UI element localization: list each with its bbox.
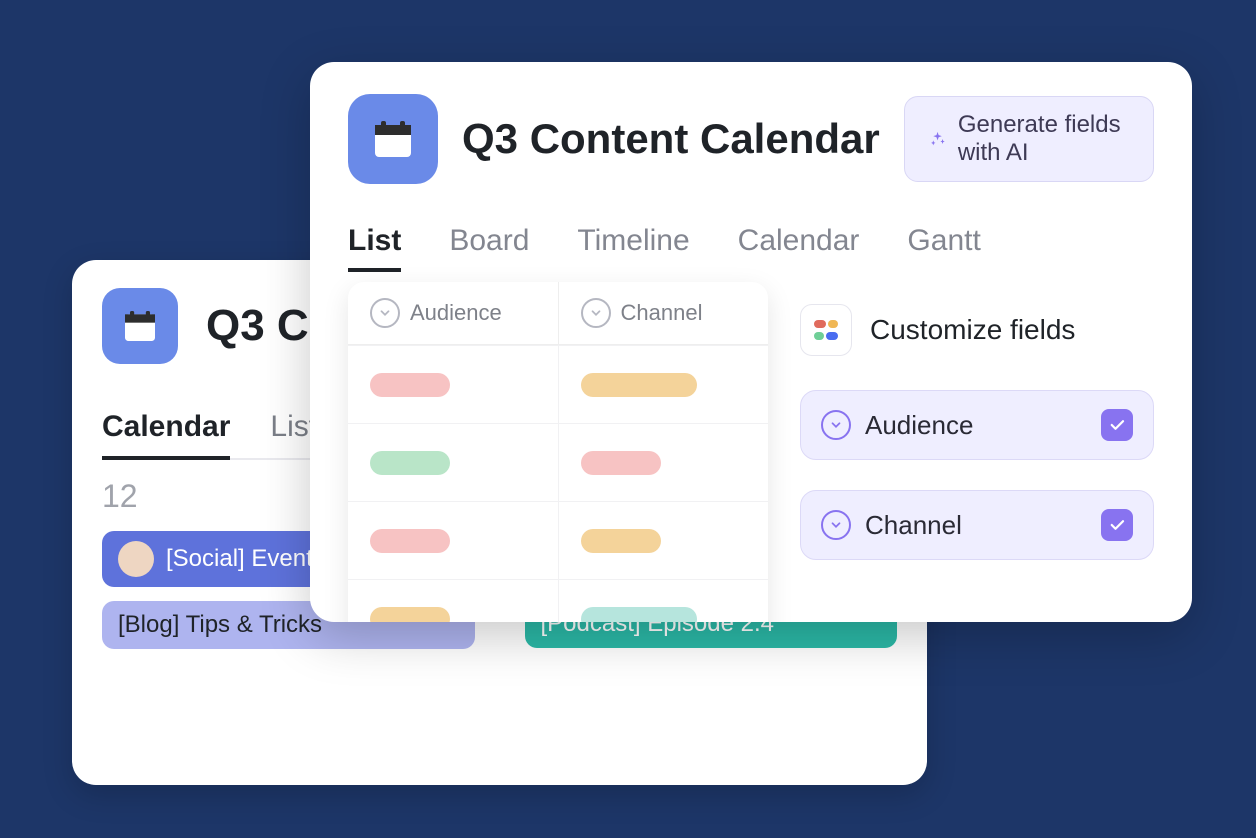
tab-gantt[interactable]: Gantt bbox=[907, 224, 980, 272]
field-label: Channel bbox=[865, 510, 1087, 541]
tag-pill bbox=[581, 529, 661, 553]
tab-timeline[interactable]: Timeline bbox=[577, 224, 689, 272]
avatar bbox=[118, 541, 154, 577]
calendar-app-icon bbox=[102, 288, 178, 364]
table-cell bbox=[348, 423, 559, 501]
table-cell bbox=[559, 423, 769, 501]
calendar-event-label: [Social] Event bbox=[166, 545, 313, 573]
table-row[interactable] bbox=[348, 423, 768, 501]
table-cell bbox=[348, 501, 559, 579]
field-label: Audience bbox=[865, 410, 1087, 441]
table-row[interactable] bbox=[348, 345, 768, 423]
front-card-tabs: List Board Timeline Calendar Gantt bbox=[348, 224, 1154, 272]
calendar-event-label: [Blog] Tips & Tricks bbox=[118, 611, 322, 639]
generate-fields-ai-button[interactable]: Generate fields with AI bbox=[904, 96, 1154, 182]
column-header-audience[interactable]: Audience bbox=[348, 282, 559, 344]
column-header-channel[interactable]: Channel bbox=[559, 282, 769, 344]
front-card-title: Q3 Content Calendar bbox=[462, 115, 880, 163]
dropdown-icon bbox=[821, 410, 851, 440]
tag-pill bbox=[370, 451, 450, 475]
tag-pill bbox=[370, 529, 450, 553]
table-row[interactable] bbox=[348, 579, 768, 622]
list-card: Q3 Content Calendar Generate fields with… bbox=[310, 62, 1192, 622]
list-columns-panel: Audience Channel bbox=[348, 282, 768, 622]
tab-calendar[interactable]: Calendar bbox=[102, 410, 230, 460]
tag-pill bbox=[581, 607, 697, 623]
sparkle-icon bbox=[929, 127, 946, 151]
table-cell bbox=[348, 345, 559, 423]
tab-board[interactable]: Board bbox=[449, 224, 529, 272]
checkbox-checked[interactable] bbox=[1101, 509, 1133, 541]
column-header-label: Audience bbox=[410, 300, 502, 326]
ai-button-label: Generate fields with AI bbox=[958, 111, 1129, 167]
column-header-label: Channel bbox=[621, 300, 703, 326]
dropdown-icon bbox=[370, 298, 400, 328]
dropdown-icon bbox=[581, 298, 611, 328]
tab-calendar[interactable]: Calendar bbox=[738, 224, 860, 272]
table-cell bbox=[559, 579, 769, 622]
customize-field-item[interactable]: Channel bbox=[800, 490, 1154, 560]
tab-list[interactable]: List bbox=[348, 224, 401, 272]
customize-fields-icon bbox=[800, 304, 852, 356]
table-row[interactable] bbox=[348, 501, 768, 579]
checkbox-checked[interactable] bbox=[1101, 409, 1133, 441]
customize-fields-title: Customize fields bbox=[870, 314, 1075, 346]
tag-pill bbox=[581, 451, 661, 475]
table-cell bbox=[559, 345, 769, 423]
calendar-app-icon bbox=[348, 94, 438, 184]
customize-fields-panel: Customize fields Audience Channel bbox=[800, 282, 1154, 590]
table-cell bbox=[559, 501, 769, 579]
customize-field-item[interactable]: Audience bbox=[800, 390, 1154, 460]
tag-pill bbox=[581, 373, 697, 397]
tag-pill bbox=[370, 607, 450, 623]
table-cell bbox=[348, 579, 559, 622]
dropdown-icon bbox=[821, 510, 851, 540]
tag-pill bbox=[370, 373, 450, 397]
